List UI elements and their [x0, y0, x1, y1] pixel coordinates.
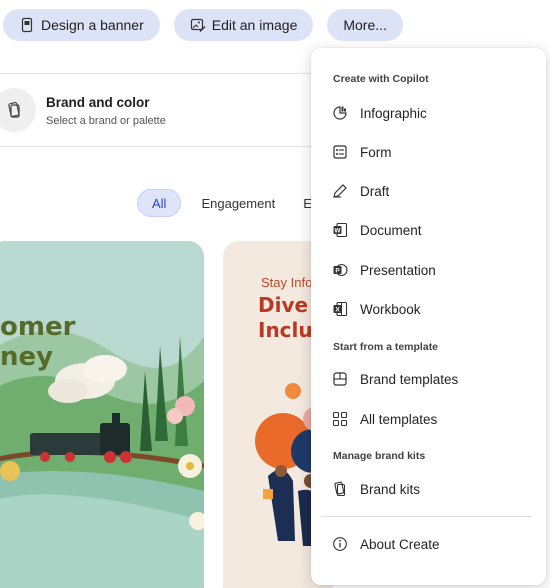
menu-item-workbook[interactable]: X Workbook [311, 292, 546, 326]
card2-title: Dive Inclu [258, 293, 313, 343]
edit-image-chip[interactable]: Edit an image [173, 9, 314, 41]
svg-text:W: W [334, 228, 341, 235]
word-icon: W [332, 222, 348, 238]
more-label: More... [343, 17, 387, 33]
section-create-with-copilot: Create with Copilot [333, 73, 429, 85]
suggestion-chips: Design a banner Edit an image More... [3, 9, 403, 41]
design-banner-chip[interactable]: Design a banner [3, 9, 160, 41]
image-edit-icon [190, 17, 206, 33]
menu-item-label: Document [360, 222, 422, 238]
menu-item-infographic[interactable]: Infographic [311, 96, 546, 130]
powerpoint-icon: P [332, 262, 348, 278]
menu-item-presentation[interactable]: P Presentation [311, 253, 546, 287]
card1-title-line2: ney [0, 342, 54, 372]
form-icon [332, 144, 348, 160]
card1-title: omer ney [0, 312, 75, 372]
design-banner-label: Design a banner [41, 17, 144, 33]
brand-template-icon [332, 371, 348, 387]
menu-item-label: All templates [360, 411, 438, 427]
menu-item-brand-kits[interactable]: Brand kits [311, 472, 546, 506]
excel-icon: X [332, 301, 348, 317]
section-manage-brand-kits: Manage brand kits [333, 450, 426, 462]
train-illustration [0, 241, 204, 588]
menu-item-label: Brand templates [360, 371, 459, 387]
infographic-icon [332, 105, 348, 121]
menu-item-label: Draft [360, 183, 390, 199]
more-chip[interactable]: More... [327, 9, 403, 41]
menu-item-about-create[interactable]: About Create [311, 527, 546, 561]
menu-item-brand-templates[interactable]: Brand templates [311, 362, 546, 396]
filter-all[interactable]: All [137, 189, 182, 217]
banner-icon [19, 17, 35, 33]
brand-selector[interactable]: Brand and color Select a brand or palett… [0, 73, 330, 147]
menu-item-label: About Create [360, 536, 440, 552]
more-menu: Create with Copilot Infographic Form Dra… [311, 48, 546, 585]
menu-item-label: Presentation [360, 262, 436, 278]
menu-item-form[interactable]: Form [311, 135, 546, 169]
section-start-from-template: Start from a template [333, 341, 439, 353]
filter-tabs: All Engagement E [137, 189, 326, 217]
filter-engagement[interactable]: Engagement [187, 189, 289, 217]
svg-text:X: X [335, 307, 340, 314]
menu-item-all-templates[interactable]: All templates [311, 402, 546, 436]
draft-icon [332, 183, 348, 199]
card1-title-line1: omer [0, 312, 76, 342]
brand-kit-icon [332, 481, 348, 497]
svg-text:P: P [335, 268, 340, 275]
menu-item-label: Brand kits [360, 481, 421, 497]
menu-divider [321, 516, 532, 517]
card2-title-line2: Inclu [258, 318, 313, 342]
brand-kit-icon [0, 88, 36, 132]
menu-item-document[interactable]: W Document [311, 213, 546, 247]
brand-subtitle: Select a brand or palette [46, 115, 166, 127]
edit-image-label: Edit an image [211, 17, 298, 33]
card2-title-line1: Dive [258, 293, 309, 317]
card2-kicker: Stay Info [261, 275, 313, 290]
menu-item-draft[interactable]: Draft [311, 174, 546, 208]
menu-item-label: Form [360, 144, 392, 160]
info-icon [332, 536, 348, 552]
menu-item-label: Workbook [360, 301, 421, 317]
brand-title: Brand and color [46, 95, 150, 110]
menu-item-label: Infographic [360, 105, 427, 121]
template-card-customer-journey[interactable] [0, 241, 204, 588]
grid-icon [332, 411, 348, 427]
